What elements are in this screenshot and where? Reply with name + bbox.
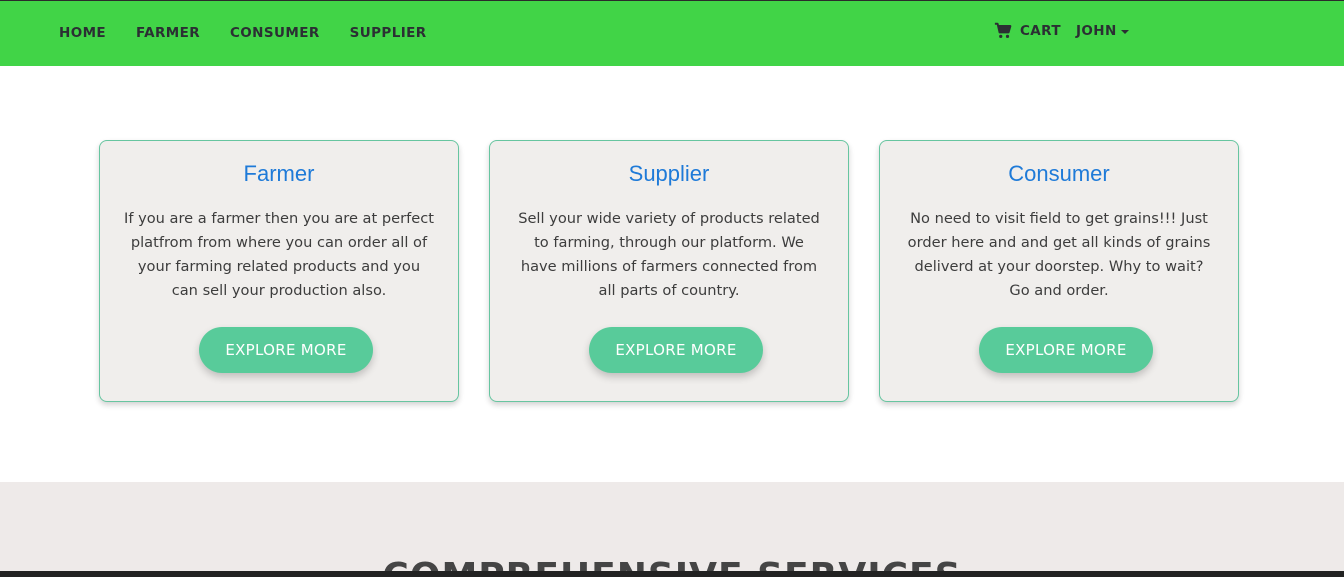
card-description: Sell your wide variety of products relat…: [518, 210, 820, 299]
nav-links: HOME FARMER CONSUMER SUPPLIER: [59, 25, 427, 41]
nav-consumer-link[interactable]: CONSUMER: [230, 25, 320, 41]
explore-more-button[interactable]: EXPLORE MORE: [589, 327, 763, 373]
user-name-label: JOHN: [1075, 23, 1117, 39]
card-title: Supplier: [628, 161, 710, 186]
nav-home-link[interactable]: HOME: [59, 25, 106, 41]
services-section: COMPREHENSIVE SERVICES: [0, 482, 1344, 577]
farmer-card: Farmer If you are a farmer then you are …: [99, 140, 459, 402]
nav-farmer-link[interactable]: FARMER: [136, 25, 200, 41]
card-description: If you are a farmer then you are at perf…: [124, 210, 434, 299]
caret-down-icon: [1120, 29, 1129, 34]
cart-label: CART: [1020, 23, 1061, 39]
nav-supplier-link[interactable]: SUPPLIER: [350, 25, 427, 41]
card-title: Farmer: [243, 161, 315, 186]
consumer-card: Consumer No need to visit field to get g…: [879, 140, 1239, 402]
explore-more-button[interactable]: EXPLORE MORE: [979, 327, 1153, 373]
explore-more-button[interactable]: EXPLORE MORE: [199, 327, 373, 373]
top-navbar: HOME FARMER CONSUMER SUPPLIER CART JOHN: [0, 0, 1344, 66]
card-description: No need to visit field to get grains!!! …: [907, 210, 1211, 299]
user-dropdown[interactable]: JOHN: [1076, 23, 1129, 39]
shopping-cart-icon: [994, 22, 1012, 39]
background-image-strip: [0, 571, 1344, 577]
nav-right: CART JOHN: [994, 22, 1129, 40]
supplier-card: Supplier Sell your wide variety of produ…: [489, 140, 849, 402]
card-title: Consumer: [1008, 161, 1110, 186]
cart-link[interactable]: CART: [994, 22, 1061, 40]
